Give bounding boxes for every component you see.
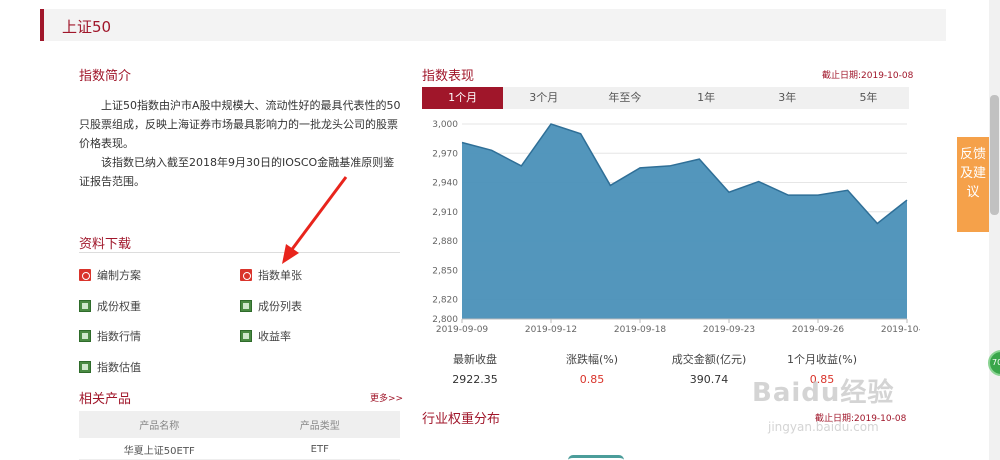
y-tick-label: 2,820 — [432, 296, 458, 306]
stat-change-pct: 涨跌幅(%) 0.85 — [552, 351, 632, 386]
performance-deadline: 截止日期:2019-10-08 — [822, 71, 914, 81]
products-more-link[interactable]: 更多>> — [370, 391, 403, 404]
stat-label: 成交金额(亿元) — [671, 353, 747, 366]
x-tick-label: 2019-10-08 — [881, 325, 920, 335]
products-title: 相关产品 — [79, 392, 132, 407]
baidu-watermark: Baidu经验 — [752, 378, 895, 408]
stat-turnover: 成交金额(亿元) 390.74 — [654, 351, 764, 386]
tab-1-month[interactable]: 1个月 — [422, 87, 504, 109]
x-tick-label: 2019-09-18 — [614, 325, 667, 335]
product-name-cell: 华夏上证50ETF — [123, 446, 195, 457]
y-tick-label: 2,880 — [432, 237, 458, 247]
index-performance-chart: 2,800 2,820 2,850 2,880 2,910 2,940 2,970 3,000… — [432, 120, 920, 335]
feedback-button[interactable]: 反馈及建议 — [957, 137, 989, 232]
col-product-name: 产品名称 — [139, 421, 180, 432]
stat-label: 1个月收益(%) — [786, 353, 858, 366]
tab-1-year[interactable]: 1年 — [666, 87, 747, 109]
stat-label: 最新收盘 — [453, 353, 497, 366]
baidu-watermark-url: jingyan.baidu.com — [768, 420, 879, 434]
period-tabs: 1个月 3个月 年至今 1年 3年 5年 — [422, 87, 909, 109]
stat-value: 2922.35 — [452, 373, 498, 386]
table-row[interactable]: 华夏上证50ETF ETF — [79, 440, 400, 460]
x-tick-label: 2019-09-23 — [703, 325, 755, 335]
product-type-cell: ETF — [310, 444, 329, 455]
y-tick-label: 3,000 — [432, 120, 458, 130]
y-tick-label: 2,940 — [432, 179, 458, 189]
y-tick-label: 2,910 — [432, 208, 458, 218]
tab-5-years[interactable]: 5年 — [828, 87, 909, 109]
stat-latest-close: 最新收盘 2922.35 — [442, 351, 508, 386]
products-table-header: 产品名称 产品类型 — [79, 411, 400, 438]
tab-3-months[interactable]: 3个月 — [503, 87, 584, 109]
x-tick-label: 2019-09-09 — [436, 325, 489, 335]
y-tick-label: 2,850 — [432, 266, 458, 276]
performance-title: 指数表现 — [422, 69, 475, 84]
stat-value: 0.85 — [579, 373, 605, 386]
industry-title: 行业权重分布 — [422, 412, 501, 427]
x-tick-label: 2019-09-26 — [792, 325, 845, 335]
y-tick-label: 2,800 — [432, 315, 458, 325]
stat-label: 涨跌幅(%) — [565, 353, 619, 366]
scrollbar-track[interactable] — [989, 0, 1000, 460]
stat-value: 390.74 — [689, 373, 729, 386]
tab-ytd[interactable]: 年至今 — [584, 87, 665, 109]
industry-pie-chart-top — [568, 455, 624, 460]
tab-3-years[interactable]: 3年 — [747, 87, 828, 109]
x-tick-label: 2019-09-12 — [525, 325, 577, 335]
scrollbar-thumb[interactable] — [990, 95, 999, 215]
y-tick-label: 2,970 — [432, 149, 458, 159]
col-product-type: 产品类型 — [299, 421, 340, 432]
